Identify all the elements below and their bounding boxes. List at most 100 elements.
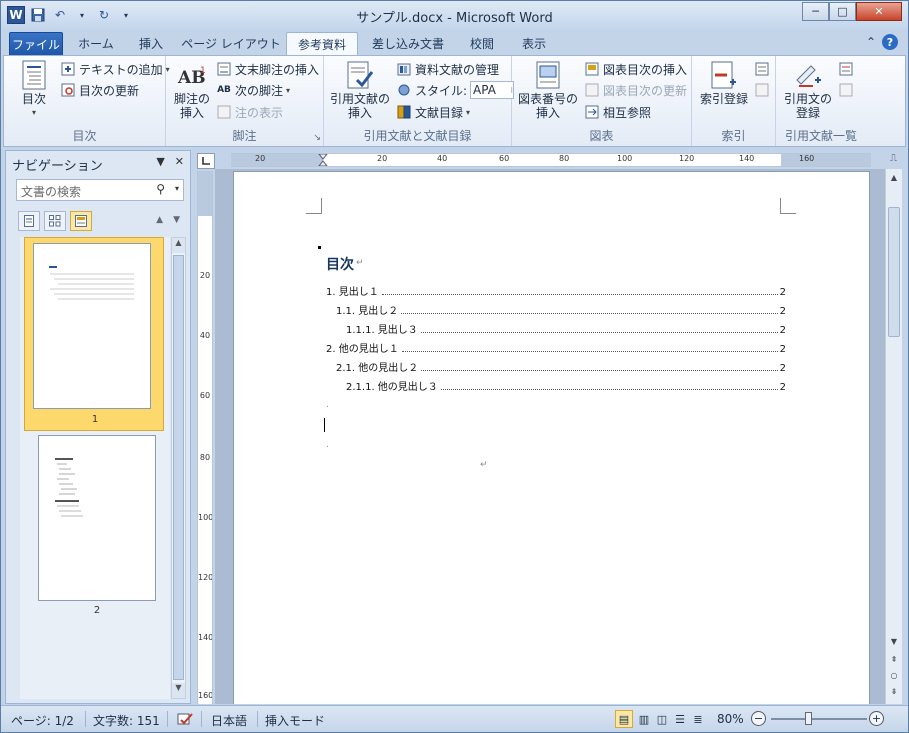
- thumbnail-page-2[interactable]: [38, 435, 156, 601]
- toc-entry[interactable]: 2. 他の見出し１ 2: [326, 341, 786, 355]
- browse-object-icon[interactable]: ○: [887, 671, 901, 685]
- tab-home[interactable]: ホーム: [71, 32, 121, 55]
- print-layout-icon[interactable]: ▤: [615, 710, 633, 728]
- pages-view-icon[interactable]: [44, 211, 66, 231]
- mark-entry-button[interactable]: 索引登録: [696, 60, 752, 106]
- tab-mailings[interactable]: 差し込み文書: [363, 32, 453, 55]
- draft-icon[interactable]: ≣: [689, 710, 707, 728]
- tab-insert[interactable]: 挿入: [129, 32, 173, 55]
- ruler-tick: 160: [198, 691, 213, 700]
- web-layout-icon[interactable]: ◫: [653, 710, 671, 728]
- zoom-slider-handle[interactable]: [805, 712, 812, 725]
- insert-mode-indicator[interactable]: 挿入モード: [265, 712, 325, 729]
- insert-index-button[interactable]: [754, 60, 770, 78]
- toc-entry[interactable]: 1.1.1. 見出し３ 2: [346, 322, 786, 336]
- show-notes-button[interactable]: 注の表示: [216, 103, 283, 121]
- proofing-icon[interactable]: [177, 712, 193, 729]
- group-index: 索引登録 索引: [692, 56, 776, 146]
- insert-citation-label-1: 引用文献の: [330, 92, 391, 106]
- style-value: APA: [473, 83, 496, 97]
- show-notes-label: 注の表示: [235, 105, 284, 120]
- insert-citation-button[interactable]: 引用文献の 挿入: [330, 60, 390, 120]
- update-toa-button[interactable]: [838, 81, 854, 99]
- add-text-button[interactable]: テキストの追加 ▾: [60, 60, 170, 78]
- paragraph-mark: ↵: [356, 258, 364, 268]
- thumbnail-selected-page-1[interactable]: 1: [24, 237, 164, 431]
- update-toc-button[interactable]: 目次の更新: [60, 81, 139, 99]
- style-selector: スタイル: APA ⁝: [396, 81, 515, 99]
- toc-entry[interactable]: 2.1. 他の見出し２ 2: [336, 360, 786, 374]
- toc-entry-text: 2.1. 他の見出し２: [336, 363, 419, 374]
- toc-entry[interactable]: 1.1. 見出し２ 2: [336, 303, 786, 317]
- chevron-down-icon[interactable]: ▾: [175, 184, 179, 193]
- search-icon[interactable]: ⚲: [156, 182, 165, 196]
- insert-toa-button[interactable]: [838, 60, 854, 78]
- zoom-in-icon[interactable]: +: [869, 711, 884, 726]
- indent-marker-icon[interactable]: [317, 154, 329, 166]
- mark-citation-icon: [792, 60, 824, 90]
- scroll-thumb[interactable]: [173, 255, 184, 680]
- zoom-level[interactable]: 80%: [717, 712, 744, 726]
- tab-review[interactable]: 校閲: [459, 32, 505, 55]
- manage-sources-button[interactable]: 資料文献の管理: [396, 60, 499, 78]
- document-page[interactable]: 目次 ↵ 1. 見出し１ 2 1.1. 見出し２ 2 1.1.1. 見出し３ 2…: [233, 171, 870, 704]
- toc-button[interactable]: 目次 ▾: [12, 60, 56, 120]
- pane-options-icon[interactable]: ▼: [156, 155, 164, 168]
- update-table-button[interactable]: 図表目次の更新: [584, 81, 687, 99]
- mark-citation-button[interactable]: 引用文の 登録: [780, 60, 836, 120]
- scroll-up-icon[interactable]: ▲: [887, 173, 901, 187]
- page-count[interactable]: ページ: 1/2: [11, 712, 74, 729]
- cross-reference-button[interactable]: 相互参照: [584, 103, 651, 121]
- zoom-out-icon[interactable]: −: [751, 711, 766, 726]
- help-icon[interactable]: ?: [882, 34, 898, 50]
- update-index-button[interactable]: [754, 81, 770, 99]
- close-button[interactable]: ✕: [856, 2, 902, 21]
- ruler-tick: 100: [617, 154, 633, 163]
- navigation-scrollbar[interactable]: ▲ ▼: [171, 237, 186, 699]
- scroll-down-icon[interactable]: ▼: [887, 637, 901, 651]
- results-view-icon[interactable]: [70, 211, 92, 231]
- outline-icon[interactable]: ☰: [671, 710, 689, 728]
- scroll-up-icon[interactable]: ▲: [172, 238, 185, 253]
- word-count[interactable]: 文字数: 151: [93, 712, 160, 729]
- search-input[interactable]: 文書の検索 ⚲ ▾: [16, 179, 184, 201]
- style-dropdown[interactable]: APA ⁝: [470, 81, 515, 99]
- insert-caption-button[interactable]: 図表番号の 挿入: [516, 60, 580, 120]
- view-ruler-icon[interactable]: ⎍: [885, 153, 902, 169]
- scroll-thumb[interactable]: [888, 207, 900, 337]
- close-pane-icon[interactable]: ✕: [175, 155, 184, 168]
- next-result-icon[interactable]: ▼: [173, 215, 180, 225]
- insert-endnote-button[interactable]: 文末脚注の挿入: [216, 60, 319, 78]
- tab-view[interactable]: 表示: [511, 32, 557, 55]
- collapse-ribbon-icon[interactable]: ⌃: [866, 35, 876, 49]
- next-footnote-button[interactable]: AB 次の脚注 ▾: [216, 81, 290, 99]
- maximize-button[interactable]: □: [829, 2, 856, 21]
- headings-view-icon[interactable]: [18, 211, 40, 231]
- cross-reference-label: 相互参照: [603, 105, 652, 120]
- chevron-down-icon: ▾: [286, 85, 291, 95]
- language-indicator[interactable]: 日本語: [211, 712, 247, 729]
- zoom-slider[interactable]: [771, 718, 867, 720]
- minimize-button[interactable]: ─: [802, 2, 829, 21]
- horizontal-ruler[interactable]: 20 20 40 60 80 100 120 140 160: [231, 153, 871, 167]
- svg-text:1: 1: [200, 66, 206, 76]
- document-scrollbar[interactable]: ▲ ▼ ⇞ ○ ⇟: [885, 169, 902, 704]
- insert-table-of-figures-button[interactable]: 図表目次の挿入: [584, 60, 687, 78]
- toc-entry[interactable]: 1. 見出し１ 2: [326, 284, 786, 298]
- vertical-ruler[interactable]: 20 40 60 80 100 120 140 160: [197, 171, 213, 704]
- bibliography-button[interactable]: 文献目録 ▾: [396, 103, 470, 121]
- full-screen-reading-icon[interactable]: ▥: [635, 710, 653, 728]
- tab-references[interactable]: 参考資料: [286, 32, 358, 55]
- scroll-down-icon[interactable]: ▼: [172, 683, 185, 698]
- tab-selector[interactable]: [197, 153, 215, 169]
- previous-result-icon[interactable]: ▲: [156, 215, 163, 225]
- next-page-icon[interactable]: ⇟: [887, 687, 901, 701]
- insert-table-of-figures-label: 図表目次の挿入: [603, 62, 688, 77]
- tab-file[interactable]: ファイル: [9, 32, 63, 55]
- insert-footnote-button[interactable]: AB 1 脚注の 挿入: [170, 60, 214, 120]
- ruler-left-margin: [231, 154, 323, 166]
- previous-page-icon[interactable]: ⇞: [887, 655, 901, 669]
- toc-entry[interactable]: 2.1.1. 他の見出し３ 2: [346, 379, 786, 393]
- tab-page-layout[interactable]: ページ レイアウト: [181, 32, 281, 55]
- title-bar: W ↶ ▾ ↻ ▾ サンプル.docx - Microsoft Word ─ □…: [1, 1, 908, 29]
